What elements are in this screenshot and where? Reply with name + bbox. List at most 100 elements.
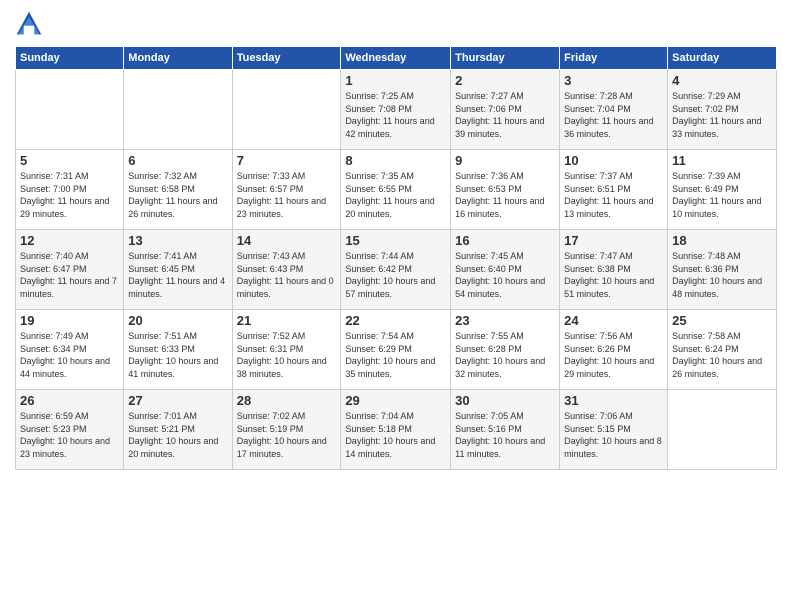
day-number: 4 xyxy=(672,73,772,88)
calendar-day-15: 15 Sunrise: 7:44 AM Sunset: 6:42 PM Dayli… xyxy=(341,230,451,310)
day-info: Sunrise: 7:43 AM Sunset: 6:43 PM Dayligh… xyxy=(237,250,337,300)
calendar-day-1: 1 Sunrise: 7:25 AM Sunset: 7:08 PM Daylig… xyxy=(341,70,451,150)
calendar-day-8: 8 Sunrise: 7:35 AM Sunset: 6:55 PM Daylig… xyxy=(341,150,451,230)
day-info: Sunrise: 7:41 AM Sunset: 6:45 PM Dayligh… xyxy=(128,250,227,300)
weekday-header-monday: Monday xyxy=(124,47,232,70)
day-info: Sunrise: 7:02 AM Sunset: 5:19 PM Dayligh… xyxy=(237,410,337,460)
day-info: Sunrise: 7:51 AM Sunset: 6:33 PM Dayligh… xyxy=(128,330,227,380)
day-number: 9 xyxy=(455,153,555,168)
day-number: 1 xyxy=(345,73,446,88)
calendar-day-24: 24 Sunrise: 7:56 AM Sunset: 6:26 PM Dayli… xyxy=(560,310,668,390)
day-number: 24 xyxy=(564,313,663,328)
calendar-day-26: 26 Sunrise: 6:59 AM Sunset: 5:23 PM Dayli… xyxy=(16,390,124,470)
day-number: 11 xyxy=(672,153,772,168)
day-info: Sunrise: 7:37 AM Sunset: 6:51 PM Dayligh… xyxy=(564,170,663,220)
day-number: 7 xyxy=(237,153,337,168)
day-number: 6 xyxy=(128,153,227,168)
weekday-header-friday: Friday xyxy=(560,47,668,70)
day-info: Sunrise: 7:28 AM Sunset: 7:04 PM Dayligh… xyxy=(564,90,663,140)
day-info: Sunrise: 7:35 AM Sunset: 6:55 PM Dayligh… xyxy=(345,170,446,220)
day-info: Sunrise: 7:52 AM Sunset: 6:31 PM Dayligh… xyxy=(237,330,337,380)
day-info: Sunrise: 7:40 AM Sunset: 6:47 PM Dayligh… xyxy=(20,250,119,300)
day-number: 14 xyxy=(237,233,337,248)
logo-icon xyxy=(15,10,43,38)
day-number: 20 xyxy=(128,313,227,328)
weekday-header-row: SundayMondayTuesdayWednesdayThursdayFrid… xyxy=(16,47,777,70)
day-number: 10 xyxy=(564,153,663,168)
day-number: 13 xyxy=(128,233,227,248)
calendar-week-1: 1 Sunrise: 7:25 AM Sunset: 7:08 PM Daylig… xyxy=(16,70,777,150)
day-info: Sunrise: 7:48 AM Sunset: 6:36 PM Dayligh… xyxy=(672,250,772,300)
calendar-week-2: 5 Sunrise: 7:31 AM Sunset: 7:00 PM Daylig… xyxy=(16,150,777,230)
day-number: 3 xyxy=(564,73,663,88)
header xyxy=(15,10,777,38)
day-info: Sunrise: 7:32 AM Sunset: 6:58 PM Dayligh… xyxy=(128,170,227,220)
calendar-day-10: 10 Sunrise: 7:37 AM Sunset: 6:51 PM Dayli… xyxy=(560,150,668,230)
day-info: Sunrise: 7:44 AM Sunset: 6:42 PM Dayligh… xyxy=(345,250,446,300)
weekday-header-thursday: Thursday xyxy=(451,47,560,70)
calendar-week-3: 12 Sunrise: 7:40 AM Sunset: 6:47 PM Dayli… xyxy=(16,230,777,310)
day-info: Sunrise: 7:29 AM Sunset: 7:02 PM Dayligh… xyxy=(672,90,772,140)
day-number: 15 xyxy=(345,233,446,248)
empty-cell xyxy=(16,70,124,150)
day-number: 21 xyxy=(237,313,337,328)
day-info: Sunrise: 7:58 AM Sunset: 6:24 PM Dayligh… xyxy=(672,330,772,380)
day-number: 12 xyxy=(20,233,119,248)
calendar-day-23: 23Sunrise: 7:55 AM Sunset: 6:28 PM Dayli… xyxy=(451,310,560,390)
calendar-day-14: 14 Sunrise: 7:43 AM Sunset: 6:43 PM Dayli… xyxy=(232,230,341,310)
day-number: 18 xyxy=(672,233,772,248)
calendar-day-16: 16Sunrise: 7:45 AM Sunset: 6:40 PM Dayli… xyxy=(451,230,560,310)
day-info: Sunrise: 7:31 AM Sunset: 7:00 PM Dayligh… xyxy=(20,170,119,220)
day-number: 8 xyxy=(345,153,446,168)
day-number: 19 xyxy=(20,313,119,328)
day-number: 29 xyxy=(345,393,446,408)
day-info: Sunrise: 6:59 AM Sunset: 5:23 PM Dayligh… xyxy=(20,410,119,460)
empty-cell xyxy=(668,390,777,470)
day-number: 26 xyxy=(20,393,119,408)
day-info: Sunrise: 7:36 AM Sunset: 6:53 PM Dayligh… xyxy=(455,170,555,220)
weekday-header-wednesday: Wednesday xyxy=(341,47,451,70)
day-info: Sunrise: 7:25 AM Sunset: 7:08 PM Dayligh… xyxy=(345,90,446,140)
day-info: Sunrise: 7:56 AM Sunset: 6:26 PM Dayligh… xyxy=(564,330,663,380)
calendar-day-17: 17Sunrise: 7:47 AM Sunset: 6:38 PM Dayli… xyxy=(560,230,668,310)
day-number: 30 xyxy=(455,393,555,408)
empty-cell xyxy=(232,70,341,150)
calendar-day-18: 18 Sunrise: 7:48 AM Sunset: 6:36 PM Dayli… xyxy=(668,230,777,310)
day-number: 23 xyxy=(455,313,555,328)
calendar-day-19: 19 Sunrise: 7:49 AM Sunset: 6:34 PM Dayli… xyxy=(16,310,124,390)
day-info: Sunrise: 7:04 AM Sunset: 5:18 PM Dayligh… xyxy=(345,410,446,460)
calendar-day-11: 11 Sunrise: 7:39 AM Sunset: 6:49 PM Dayli… xyxy=(668,150,777,230)
weekday-header-saturday: Saturday xyxy=(668,47,777,70)
calendar-day-20: 20 Sunrise: 7:51 AM Sunset: 6:33 PM Dayli… xyxy=(124,310,232,390)
logo xyxy=(15,10,47,38)
day-info: Sunrise: 7:39 AM Sunset: 6:49 PM Dayligh… xyxy=(672,170,772,220)
calendar-day-3: 3 Sunrise: 7:28 AM Sunset: 7:04 PM Daylig… xyxy=(560,70,668,150)
day-number: 28 xyxy=(237,393,337,408)
day-info: Sunrise: 7:06 AM Sunset: 5:15 PM Dayligh… xyxy=(564,410,663,460)
day-info: Sunrise: 7:54 AM Sunset: 6:29 PM Dayligh… xyxy=(345,330,446,380)
calendar-day-25: 25Sunrise: 7:58 AM Sunset: 6:24 PM Dayli… xyxy=(668,310,777,390)
empty-cell xyxy=(124,70,232,150)
calendar-day-29: 29 Sunrise: 7:04 AM Sunset: 5:18 PM Dayli… xyxy=(341,390,451,470)
calendar-week-4: 19 Sunrise: 7:49 AM Sunset: 6:34 PM Dayli… xyxy=(16,310,777,390)
weekday-header-tuesday: Tuesday xyxy=(232,47,341,70)
day-number: 31 xyxy=(564,393,663,408)
calendar-day-31: 31 Sunrise: 7:06 AM Sunset: 5:15 PM Dayli… xyxy=(560,390,668,470)
day-info: Sunrise: 7:49 AM Sunset: 6:34 PM Dayligh… xyxy=(20,330,119,380)
calendar-day-12: 12 Sunrise: 7:40 AM Sunset: 6:47 PM Dayli… xyxy=(16,230,124,310)
calendar-day-9: 9 Sunrise: 7:36 AM Sunset: 6:53 PM Daylig… xyxy=(451,150,560,230)
day-number: 27 xyxy=(128,393,227,408)
day-number: 16 xyxy=(455,233,555,248)
day-info: Sunrise: 7:05 AM Sunset: 5:16 PM Dayligh… xyxy=(455,410,555,460)
calendar-day-7: 7 Sunrise: 7:33 AM Sunset: 6:57 PM Daylig… xyxy=(232,150,341,230)
calendar-day-30: 30 Sunrise: 7:05 AM Sunset: 5:16 PM Dayli… xyxy=(451,390,560,470)
day-number: 2 xyxy=(455,73,555,88)
calendar-day-13: 13 Sunrise: 7:41 AM Sunset: 6:45 PM Dayli… xyxy=(124,230,232,310)
page: SundayMondayTuesdayWednesdayThursdayFrid… xyxy=(0,0,792,612)
day-info: Sunrise: 7:01 AM Sunset: 5:21 PM Dayligh… xyxy=(128,410,227,460)
calendar-table: SundayMondayTuesdayWednesdayThursdayFrid… xyxy=(15,46,777,470)
day-info: Sunrise: 7:33 AM Sunset: 6:57 PM Dayligh… xyxy=(237,170,337,220)
calendar-day-5: 5 Sunrise: 7:31 AM Sunset: 7:00 PM Daylig… xyxy=(16,150,124,230)
calendar-day-6: 6 Sunrise: 7:32 AM Sunset: 6:58 PM Daylig… xyxy=(124,150,232,230)
day-number: 5 xyxy=(20,153,119,168)
